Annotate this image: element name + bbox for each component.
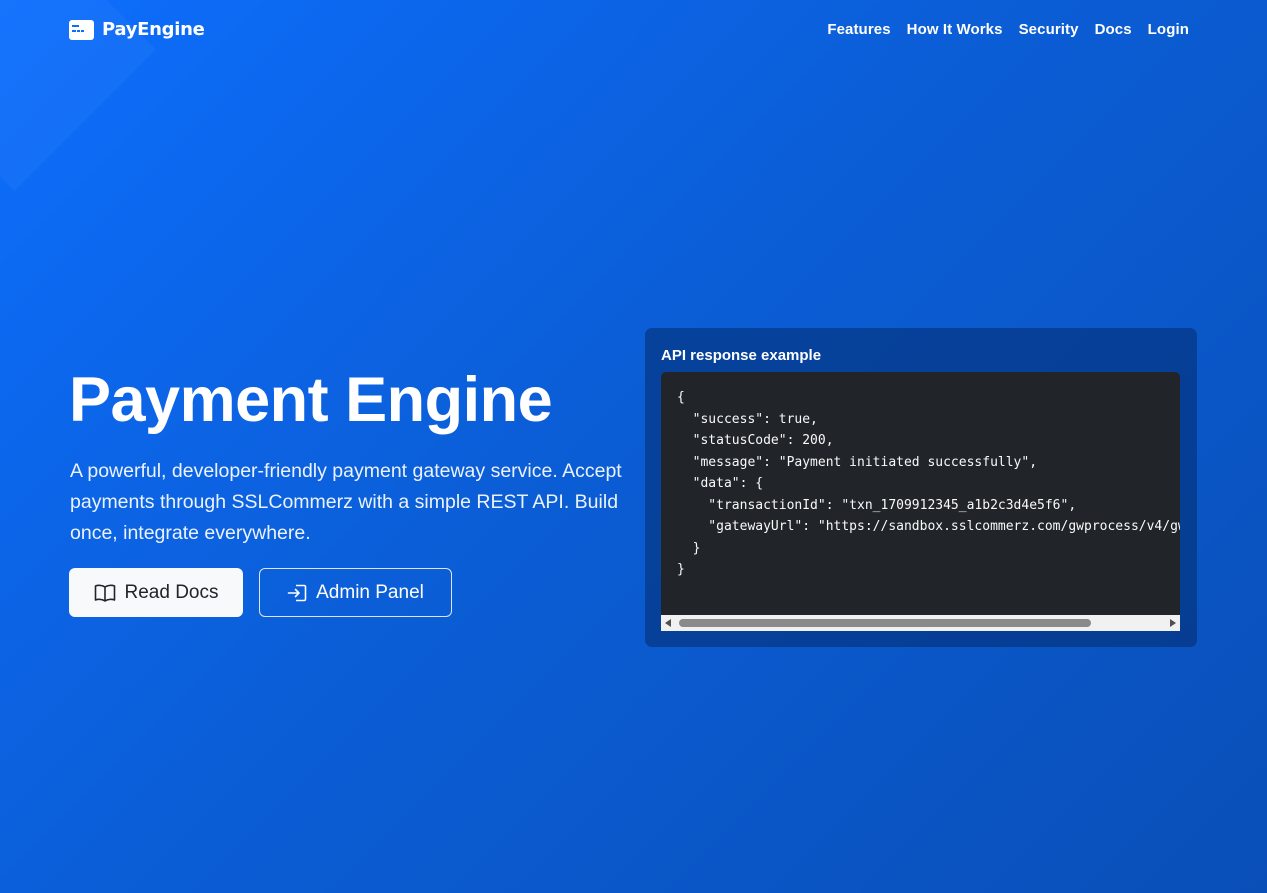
code-block[interactable]: { "success": true, "statusCode": 200, "m… [661,372,1180,631]
book-icon [94,584,115,602]
read-docs-button[interactable]: Read Docs [69,568,243,617]
nav-links: Features How It Works Security Docs Logi… [827,21,1189,38]
hero-title: Payment Engine [69,365,553,435]
credit-card-icon [69,19,94,40]
hero-description: A powerful, developer-friendly payment g… [70,460,622,544]
scrollbar-thumb[interactable] [679,619,1091,627]
api-example-card: API response example { "success": true, … [645,328,1197,647]
scroll-right-arrow-icon[interactable] [1170,619,1176,627]
navbar: PayEngine Features How It Works Security… [0,0,1267,62]
nav-item-docs[interactable]: Docs [1095,21,1132,38]
horizontal-scrollbar[interactable] [661,615,1180,631]
login-icon [287,584,307,601]
nav-item-how-it-works[interactable]: How It Works [907,21,1003,38]
admin-panel-button[interactable]: Admin Panel [259,568,452,617]
brand-link[interactable]: PayEngine [69,19,205,40]
read-docs-label: Read Docs [124,581,219,603]
scroll-left-arrow-icon[interactable] [665,619,671,627]
api-example-title: API response example [661,347,822,364]
nav-item-features[interactable]: Features [827,21,890,38]
nav-item-login[interactable]: Login [1148,21,1189,38]
code-content: { "success": true, "statusCode": 200, "m… [677,390,1180,577]
brand-name: PayEngine [102,19,205,40]
admin-panel-label: Admin Panel [316,581,424,603]
nav-item-security[interactable]: Security [1019,21,1079,38]
